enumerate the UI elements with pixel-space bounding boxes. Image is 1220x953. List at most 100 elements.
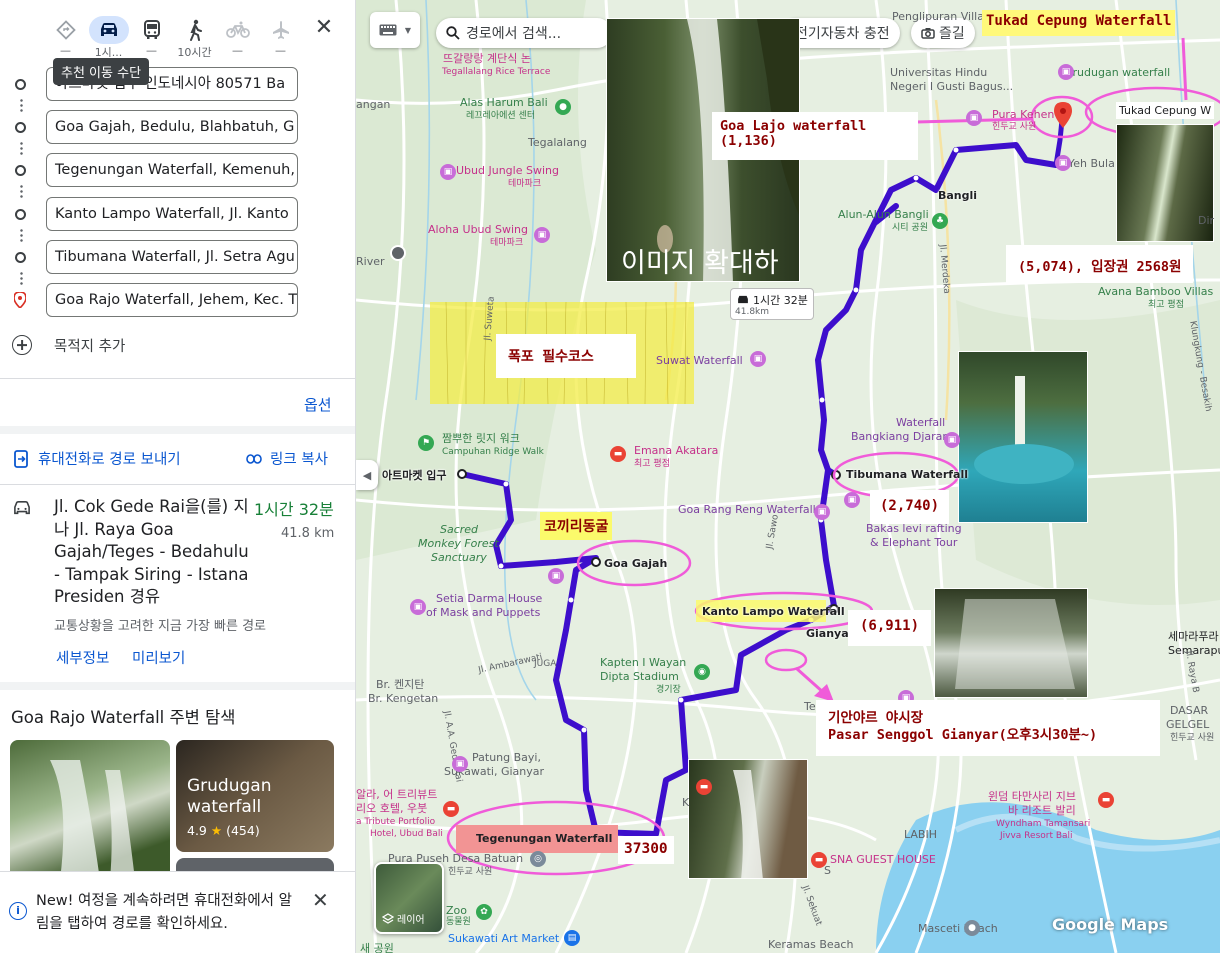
place-label: 리오 호텔, 우붓 [356, 802, 428, 815]
google-maps-logo: Google Maps [1052, 915, 1169, 934]
place-label: 최고 평점 [1148, 300, 1184, 310]
chip-label: 전기자동차 충전 [795, 26, 890, 42]
camera-poi-icon: ▣ [534, 227, 550, 243]
nearby-card-grudugan[interactable]: Grudugan waterfall 4.9 ★ (454) [176, 740, 334, 852]
highlight-ellipses [446, 86, 1220, 876]
museum-icon: ▣ [410, 599, 426, 615]
nearby-title: Goa Rajo Waterfall 주변 탐색 [11, 708, 236, 727]
camera-poi-icon: ▣ [750, 351, 766, 367]
camera-poi-icon: ▣ [1055, 155, 1071, 171]
tibumana-photo[interactable] [958, 351, 1088, 523]
options-button[interactable]: 옵션 [304, 394, 332, 415]
stop-item: Kanto Lampo Waterfall, Jl. Kanto [0, 196, 355, 232]
route-duration: 1시간 32분 [254, 500, 334, 519]
mode-walk[interactable]: 10시간 [173, 12, 216, 59]
hotel-icon: ▬ [811, 852, 827, 868]
diamond-route-icon [46, 16, 86, 44]
waypoint-label-goa-gajah: Goa Gajah [604, 557, 668, 570]
waypoint-label-start: 아트마켓 입구 [382, 469, 447, 482]
waypoint-circle-icon [15, 122, 26, 133]
place-label: Setia Darma House [436, 592, 543, 605]
mode-bike[interactable]: — [216, 12, 259, 57]
mode-transit[interactable]: — [130, 12, 173, 57]
layers-button[interactable]: 레이어 [374, 862, 444, 934]
waypoint-label-gianyar: Gianyar [806, 627, 855, 640]
mode-time: — [232, 44, 243, 57]
place-label: 레끄레아에션 센터 [466, 111, 536, 121]
tegenungan-photo[interactable] [688, 759, 808, 879]
keyboard-icon [379, 24, 397, 36]
search-along-route[interactable]: 경로에서 검색... [436, 18, 612, 48]
waypoint-label-tibumana: Tibumana Waterfall [846, 468, 969, 481]
mode-best[interactable]: — [44, 12, 87, 57]
place-label: Pura Kehen [992, 108, 1055, 121]
stop-item: Tegenungan Waterfall, Kemenuh, [0, 152, 355, 188]
place-label: Dipta Stadium [600, 670, 679, 683]
temple-poi-icon: ◎ [530, 851, 546, 867]
stop-input[interactable]: Kanto Lampo Waterfall, Jl. Kanto [46, 197, 298, 231]
stop-input[interactable]: Tibumana Waterfall, Jl. Setra Agu [46, 240, 298, 274]
stop-input[interactable]: Goa Rajo Waterfall, Jehem, Kec. T [46, 283, 298, 317]
place-label: 힌두교 사원 [992, 122, 1037, 132]
hotel-icon: ▬ [610, 446, 626, 462]
place-label: 윈덤 타만사리 지브 [988, 790, 1076, 803]
info-icon: i [9, 902, 27, 920]
collapse-panel-button[interactable]: ◀ [356, 460, 378, 490]
chip-label: 즐길 [939, 26, 965, 42]
zoo-icon: ✿ [476, 904, 492, 920]
close-banner-button[interactable]: ✕ [312, 888, 329, 912]
place-label: Jivva Resort Bali [1000, 831, 1073, 841]
place-label: Universitas Hindu [890, 66, 988, 79]
hotel-icon: ▬ [696, 779, 712, 795]
hotel-icon: ▬ [1098, 792, 1114, 808]
place-label: S [824, 864, 831, 877]
mode-time: — [146, 44, 157, 57]
place-label: Tegallalang Rice Terrace [442, 67, 551, 77]
add-destination-label: 목적지 추가 [54, 338, 126, 355]
star-icon: ★ [210, 823, 223, 838]
trip-duration: 1시간 32분 [753, 294, 808, 307]
close-directions-button[interactable]: ✕ [310, 14, 338, 42]
car-icon [738, 295, 748, 304]
must-visit-annotation: 폭포 필수코스 [496, 334, 636, 378]
place-label: Sacred [440, 523, 479, 536]
add-destination-button[interactable]: 목적지 추가 [12, 334, 125, 356]
elephant-cave-annotation: 코끼리동굴 [540, 512, 613, 540]
chevron-left-icon: ◀ [362, 468, 372, 482]
map-canvas[interactable]: ▼ 경로에서 검색... 전기자동차 충전 즐길 이미지 확대하 1시간 32분 [356, 0, 1220, 953]
banner-text: New! 여정을 계속하려면 휴대전화에서 알림을 탭하여 경로를 확인하세요. [36, 893, 292, 932]
stop-item: Goa Rajo Waterfall, Jehem, Kec. T [0, 282, 355, 318]
tukad-cepung-price: (5,074), 입장권 2568원 [1006, 245, 1194, 283]
mode-flight[interactable]: — [259, 12, 302, 57]
waypoint-circle-icon [15, 209, 26, 220]
park-icon: ● [555, 99, 571, 115]
place-label: Alas Harum Bali [460, 96, 548, 109]
stop-input[interactable]: Goa Gajah, Bedulu, Blahbatuh, G [46, 110, 298, 144]
input-tools-button[interactable]: ▼ [370, 12, 420, 48]
place-label: Patung Bayi, [472, 751, 541, 764]
layers-label: 레이어 [382, 911, 425, 926]
search-icon [446, 26, 460, 40]
place-label: & Elephant Tour [870, 536, 958, 549]
camera-icon [921, 28, 935, 39]
camera-poi-icon: ▣ [944, 432, 960, 448]
stop-input[interactable]: Tegenungan Waterfall, Kemenuh, [46, 153, 298, 187]
nearby-card-photo[interactable] [10, 740, 170, 880]
divider [0, 426, 355, 434]
camera-poi-icon: ▣ [844, 492, 860, 508]
send-to-phone-button[interactable]: 휴대전화로 경로 보내기 [14, 448, 181, 469]
place-label: Hotel, Ubud Bali [370, 829, 443, 839]
copy-link-button[interactable]: 링크 복사 [246, 448, 328, 469]
kanto-lampo-photo[interactable] [934, 588, 1088, 698]
annotation-text: Goa Lajo waterfall [720, 118, 867, 134]
destination-pin-icon [1054, 102, 1072, 128]
place-label: 테마파크 [508, 179, 542, 189]
divider [0, 378, 355, 379]
mode-tooltip: 추천 이동 수단 [53, 58, 150, 85]
mode-car[interactable]: 1시... [87, 12, 130, 59]
plus-circle-icon [12, 335, 32, 355]
annotation-text: Pasar Senggol Gianyar(오후3시30분~) [828, 727, 1098, 743]
preview-link[interactable]: 미리보기 [132, 651, 185, 667]
copy-link-label: 링크 복사 [270, 452, 328, 468]
details-link[interactable]: 세부정보 [56, 651, 109, 667]
